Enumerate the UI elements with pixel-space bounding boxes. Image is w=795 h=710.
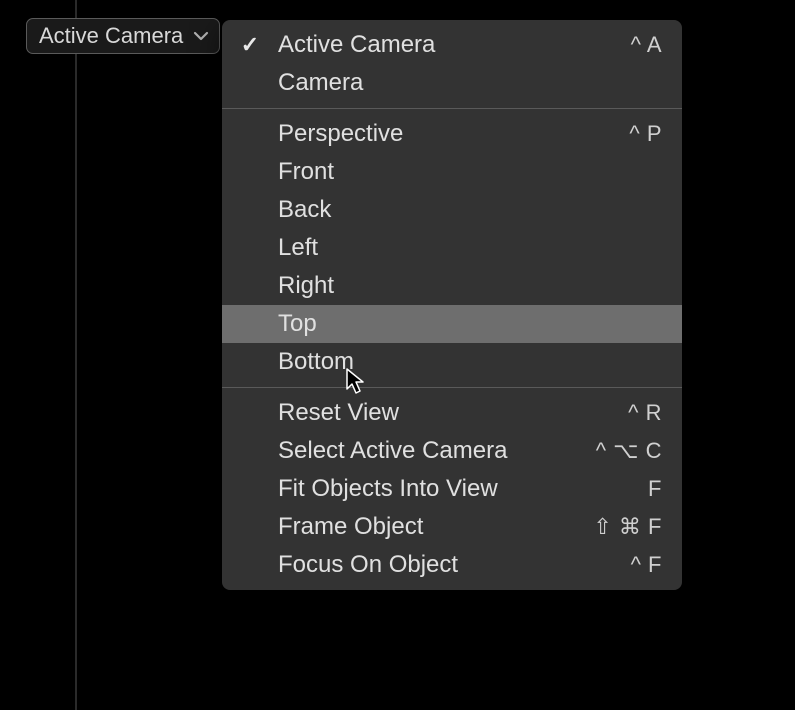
- menu-item-frame-object[interactable]: Frame Object⇧ ⌘ F: [222, 508, 682, 546]
- menu-item-shortcut: ^ ⌥ C: [596, 438, 662, 464]
- menu-item-label: Active Camera: [278, 31, 631, 59]
- menu-item-shortcut: ^ A: [631, 32, 662, 58]
- menu-item-shortcut: ^ P: [629, 121, 662, 147]
- menu-item-label: Perspective: [278, 120, 629, 148]
- menu-item-top[interactable]: Top: [222, 305, 682, 343]
- menu-item-shortcut: ^ F: [631, 552, 662, 578]
- menu-item-reset-view[interactable]: Reset View^ R: [222, 394, 682, 432]
- check-column: ✓: [222, 32, 278, 58]
- menu-item-camera[interactable]: Camera: [222, 64, 682, 102]
- menu-item-label: Reset View: [278, 399, 628, 427]
- menu-item-label: Focus On Object: [278, 551, 631, 579]
- menu-item-label: Frame Object: [278, 513, 593, 541]
- chevron-down-icon: [193, 31, 209, 41]
- menu-item-label: Back: [278, 196, 662, 224]
- checkmark-icon: ✓: [241, 32, 259, 58]
- menu-item-label: Left: [278, 234, 662, 262]
- menu-item-right[interactable]: Right: [222, 267, 682, 305]
- menu-separator: [222, 108, 682, 109]
- menu-item-label: Fit Objects Into View: [278, 475, 648, 503]
- menu-item-left[interactable]: Left: [222, 229, 682, 267]
- menu-item-front[interactable]: Front: [222, 153, 682, 191]
- menu-item-back[interactable]: Back: [222, 191, 682, 229]
- menu-item-label: Front: [278, 158, 662, 186]
- menu-item-select-active-camera[interactable]: Select Active Camera^ ⌥ C: [222, 432, 682, 470]
- menu-item-label: Select Active Camera: [278, 437, 596, 465]
- menu-item-focus-on-object[interactable]: Focus On Object^ F: [222, 546, 682, 584]
- menu-separator: [222, 387, 682, 388]
- camera-view-menu: ✓ Active Camera^ A Camera Perspective^ P Fro…: [222, 20, 682, 590]
- menu-item-active-camera[interactable]: ✓ Active Camera^ A: [222, 26, 682, 64]
- menu-item-label: Right: [278, 272, 662, 300]
- menu-item-shortcut: ⇧ ⌘ F: [593, 514, 662, 540]
- menu-item-shortcut: ^ R: [628, 400, 662, 426]
- menu-item-label: Top: [278, 310, 662, 338]
- menu-item-label: Camera: [278, 69, 662, 97]
- menu-item-perspective[interactable]: Perspective^ P: [222, 115, 682, 153]
- menu-item-bottom[interactable]: Bottom: [222, 343, 682, 381]
- menu-item-fit-objects-into-view[interactable]: Fit Objects Into ViewF: [222, 470, 682, 508]
- menu-item-label: Bottom: [278, 348, 662, 376]
- menu-item-shortcut: F: [648, 476, 662, 502]
- camera-view-dropdown-label: Active Camera: [39, 23, 183, 49]
- viewport-divider: [75, 0, 77, 710]
- camera-view-dropdown[interactable]: Active Camera: [26, 18, 220, 54]
